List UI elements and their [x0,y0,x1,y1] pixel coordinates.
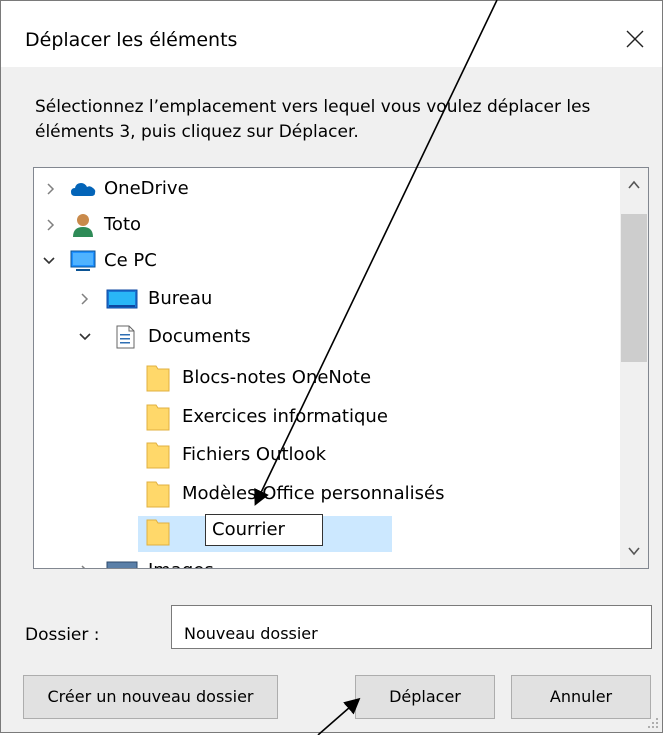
chevron-down-icon[interactable] [42,254,56,268]
user-icon [73,214,93,237]
tree-item-label: Documents [148,326,251,347]
tree-item-label: Toto [104,214,142,235]
new-folder-button[interactable]: Créer un nouveau dossier [23,675,278,719]
chevron-down-icon[interactable] [78,330,92,344]
move-items-dialog: Déplacer les éléments Sélectionnez l’emp… [0,0,663,733]
cancel-button[interactable]: Annuler [511,675,651,719]
computer-icon [70,250,96,271]
tree-item-label: OneDrive [104,178,189,199]
chevron-right-icon[interactable] [44,182,58,196]
close-icon [626,30,644,48]
rename-input[interactable]: Courrier [205,514,323,546]
document-icon [116,325,135,349]
tree-item-label: Images [148,553,214,568]
folder-icon [146,442,170,469]
tree-item-bureau[interactable]: Bureau [34,281,620,317]
title-bar: Déplacer les éléments [1,1,662,67]
tree-item-label: Bureau [148,288,213,309]
scroll-down-button[interactable] [620,534,648,568]
dialog-title: Déplacer les éléments [25,29,238,51]
tree-item-documents[interactable]: Documents [34,319,620,355]
folder-label: Dossier : [25,625,100,645]
tree-item-modeles-office[interactable]: Modèles Office personnalisés [34,476,620,512]
resize-grip-icon[interactable] [646,716,660,730]
tree-item-blocs-notes[interactable]: Blocs-notes OneNote [34,360,620,396]
pictures-icon [106,561,138,568]
tree-item-onedrive[interactable]: OneDrive [34,171,620,207]
tree-item-label: Exercices informatique [182,406,388,427]
tree-item-images[interactable]: Images [34,553,620,568]
chevron-down-icon [628,547,640,556]
folder-icon [146,481,170,508]
onedrive-cloud-icon [71,183,96,196]
desktop-icon [106,289,138,309]
folder-tree[interactable]: OneDrive Toto Ce PC Bureau Documents Blo… [33,167,649,569]
tree-item-label: Modèles Office personnalisés [182,483,445,504]
move-button[interactable]: Déplacer [355,675,495,719]
chevron-right-icon[interactable] [78,292,92,306]
scrollbar-thumb[interactable] [621,214,647,362]
tree-item-label: Ce PC [104,250,157,271]
tree-item-toto[interactable]: Toto [34,207,620,243]
instruction-text: Sélectionnez l’emplacement vers lequel v… [35,97,591,142]
tree-scrollbar[interactable] [620,168,648,568]
tree-item-label: Fichiers Outlook [182,444,327,465]
scroll-up-button[interactable] [620,168,648,202]
folder-icon [146,519,170,546]
folder-icon [146,365,170,392]
folder-icon [146,404,170,431]
tree-item-exercices[interactable]: Exercices informatique [34,399,620,435]
tree-item-ce-pc[interactable]: Ce PC [34,243,620,279]
tree-item-fichiers-outlook[interactable]: Fichiers Outlook [34,437,620,473]
tree-item-label: Blocs-notes OneNote [182,367,372,388]
close-button[interactable] [618,22,652,56]
tree-item-courrier[interactable] [34,514,620,550]
folder-name-input[interactable] [171,605,652,649]
chevron-up-icon [628,180,640,189]
chevron-right-icon[interactable] [44,218,58,232]
chevron-right-icon[interactable] [78,564,92,568]
